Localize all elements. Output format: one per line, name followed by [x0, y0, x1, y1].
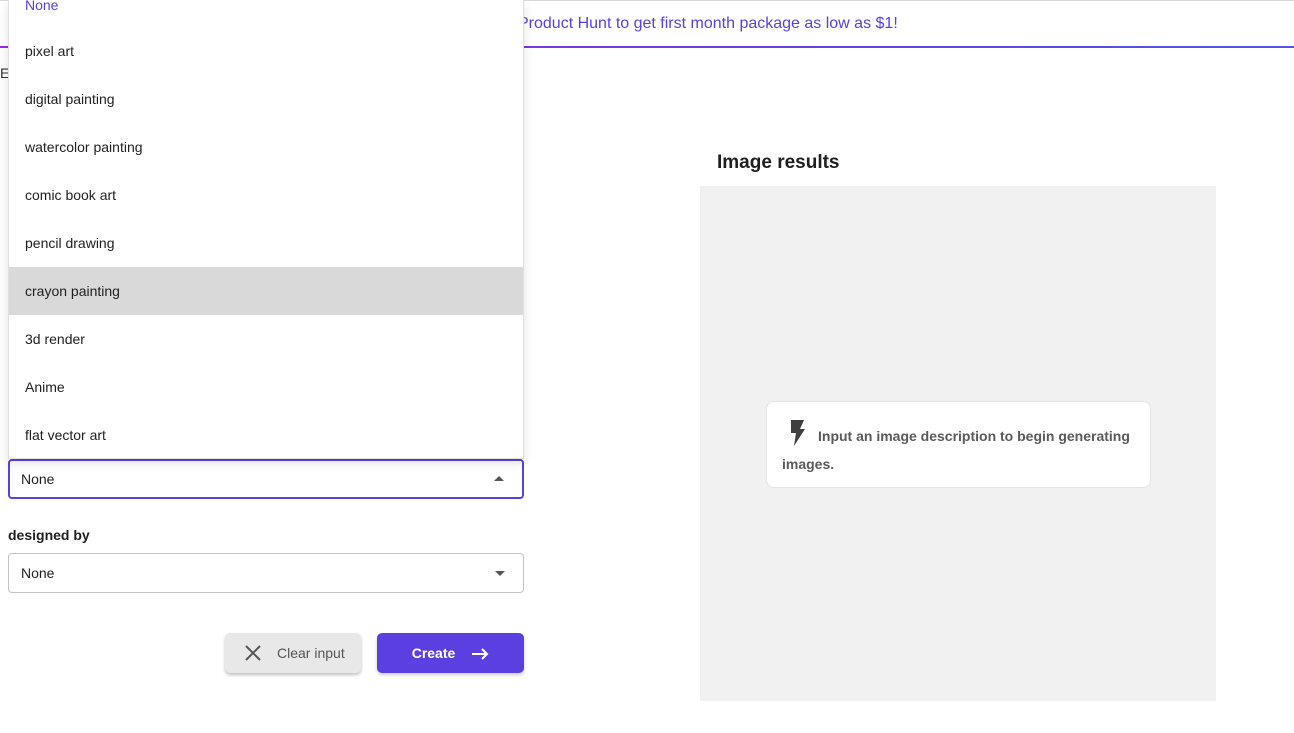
designed-by-label: designed by	[8, 527, 90, 543]
empty-state-card: Input an image description to begin gene…	[766, 401, 1151, 488]
menu-option-flat-vector-art[interactable]: flat vector art	[9, 411, 523, 458]
caret-down-icon	[495, 571, 505, 576]
close-icon	[243, 643, 263, 663]
menu-option-3d-render[interactable]: 3d render	[9, 315, 523, 363]
create-button[interactable]: Create	[377, 633, 524, 673]
promo-banner-text[interactable]: Product Hunt to get first month package …	[518, 15, 898, 33]
clear-input-label: Clear input	[277, 645, 345, 661]
menu-option-anime[interactable]: Anime	[9, 363, 523, 411]
menu-option-pixel-art[interactable]: pixel art	[9, 27, 523, 75]
clear-input-button[interactable]: Clear input	[225, 633, 361, 673]
menu-option-watercolor-painting[interactable]: watercolor painting	[9, 123, 523, 171]
results-title: Image results	[717, 152, 840, 173]
menu-option-none[interactable]: None	[9, 0, 523, 29]
arrow-right-icon	[471, 647, 489, 660]
style-select[interactable]: None	[8, 459, 524, 499]
empty-state-text: Input an image description to begin gene…	[782, 428, 1130, 472]
create-label: Create	[411, 645, 456, 661]
menu-option-crayon-painting[interactable]: crayon painting	[9, 267, 523, 315]
style-select-value: None	[21, 471, 55, 487]
menu-option-pencil-drawing[interactable]: pencil drawing	[9, 219, 523, 267]
caret-up-icon	[494, 476, 504, 481]
style-dropdown-menu[interactable]: None pixel art digital painting watercol…	[8, 0, 524, 459]
designed-by-select-value: None	[21, 565, 55, 581]
designed-by-select[interactable]: None	[8, 553, 524, 593]
menu-option-comic-book-art[interactable]: comic book art	[9, 171, 523, 219]
menu-option-digital-painting[interactable]: digital painting	[9, 75, 523, 123]
